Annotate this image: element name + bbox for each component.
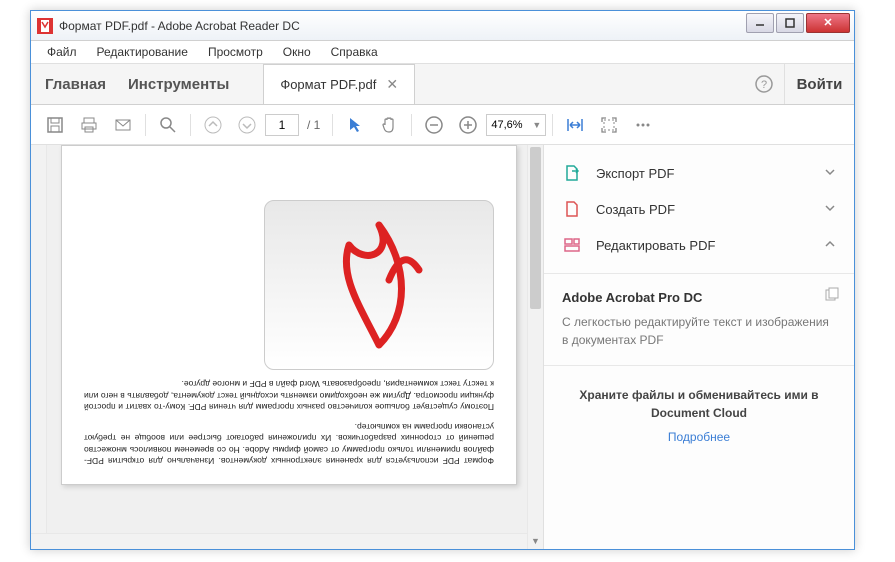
menubar: Файл Редактирование Просмотр Окно Справк… xyxy=(31,41,854,63)
titlebar: Формат PDF.pdf - Adobe Acrobat Reader DC… xyxy=(31,11,854,41)
fit-page-icon[interactable] xyxy=(593,109,625,141)
tab-document-label: Формат PDF.pdf xyxy=(280,77,376,92)
document-paragraph: Формат PDF используется для хранения эле… xyxy=(84,420,494,466)
scroll-thumb[interactable] xyxy=(530,147,541,309)
zoom-dropdown[interactable]: 47,6% ▼ xyxy=(486,114,546,136)
tabbar: Главная Инструменты Формат PDF.pdf ✕ ? В… xyxy=(31,63,854,105)
page-number-input[interactable] xyxy=(265,114,299,136)
sidepanel-item-edit[interactable]: Редактировать PDF xyxy=(544,227,854,263)
chevron-down-icon xyxy=(824,166,836,181)
hand-tool-icon[interactable] xyxy=(373,109,405,141)
sidepanel-promo: Храните файлы и обменивайтесь ими в Docu… xyxy=(544,366,854,464)
export-pdf-icon xyxy=(562,163,582,183)
menu-edit[interactable]: Редактирование xyxy=(87,43,198,61)
sidepanel-info-title: Adobe Acrobat Pro DC xyxy=(562,290,836,305)
left-scrollbar[interactable] xyxy=(31,145,47,549)
zoom-in-icon[interactable] xyxy=(452,109,484,141)
sidepanel-info-desc: С легкостью редактируйте текст и изображ… xyxy=(562,313,836,349)
email-icon[interactable] xyxy=(107,109,139,141)
multi-page-icon[interactable] xyxy=(824,286,840,307)
promo-link[interactable]: Подробнее xyxy=(562,430,836,444)
menu-help[interactable]: Справка xyxy=(321,43,388,61)
sidepanel-item-label: Создать PDF xyxy=(596,202,675,217)
svg-text:?: ? xyxy=(761,79,767,91)
fit-width-icon[interactable] xyxy=(559,109,591,141)
document-area[interactable]: Формат PDF используется для хранения эле… xyxy=(31,145,544,549)
tab-close-icon[interactable]: ✕ xyxy=(386,76,398,93)
side-panel: Экспорт PDF Создать PDF Редактировать PD… xyxy=(544,145,854,549)
pdf-page: Формат PDF используется для хранения эле… xyxy=(61,145,517,485)
menu-file[interactable]: Файл xyxy=(37,43,87,61)
chevron-up-icon xyxy=(824,238,836,253)
create-pdf-icon xyxy=(562,199,582,219)
sidepanel-item-label: Редактировать PDF xyxy=(596,238,715,253)
maximize-button[interactable] xyxy=(776,13,804,33)
toolbar: / 1 47,6% ▼ xyxy=(31,105,854,145)
horizontal-scrollbar[interactable] xyxy=(31,533,527,549)
tab-tools[interactable]: Инструменты xyxy=(124,76,233,93)
help-icon[interactable]: ? xyxy=(744,64,784,104)
print-icon[interactable] xyxy=(73,109,105,141)
tab-home[interactable]: Главная xyxy=(41,76,110,93)
tab-document[interactable]: Формат PDF.pdf ✕ xyxy=(263,64,415,104)
sidepanel-item-label: Экспорт PDF xyxy=(596,166,674,181)
minimize-button[interactable] xyxy=(746,13,774,33)
close-button[interactable]: ✕ xyxy=(806,13,850,33)
sidepanel-item-create[interactable]: Создать PDF xyxy=(544,191,854,227)
more-icon[interactable] xyxy=(627,109,659,141)
document-paragraph: Поэтому существует большое количество ра… xyxy=(84,378,494,412)
pdf-logo-image xyxy=(264,200,494,370)
app-icon xyxy=(37,18,53,34)
login-button[interactable]: Войти xyxy=(784,64,854,104)
vertical-scrollbar[interactable]: ▲ ▼ xyxy=(527,145,543,549)
menu-view[interactable]: Просмотр xyxy=(198,43,273,61)
zoom-out-icon[interactable] xyxy=(418,109,450,141)
chevron-down-icon xyxy=(824,202,836,217)
zoom-value: 47,6% xyxy=(491,119,522,131)
prev-page-icon[interactable] xyxy=(197,109,229,141)
sidepanel-info: Adobe Acrobat Pro DC С легкостью редакти… xyxy=(544,274,854,366)
search-icon[interactable] xyxy=(152,109,184,141)
next-page-icon[interactable] xyxy=(231,109,263,141)
promo-text: Храните файлы и обменивайтесь ими в Docu… xyxy=(562,386,836,422)
page-total-label: / 1 xyxy=(301,118,326,132)
select-tool-icon[interactable] xyxy=(339,109,371,141)
chevron-down-icon: ▼ xyxy=(532,120,541,130)
sidepanel-item-export[interactable]: Экспорт PDF xyxy=(544,155,854,191)
save-icon[interactable] xyxy=(39,109,71,141)
window-title: Формат PDF.pdf - Adobe Acrobat Reader DC xyxy=(59,19,744,33)
edit-pdf-icon xyxy=(562,235,582,255)
scroll-down-icon[interactable]: ▼ xyxy=(528,533,543,549)
menu-window[interactable]: Окно xyxy=(273,43,321,61)
